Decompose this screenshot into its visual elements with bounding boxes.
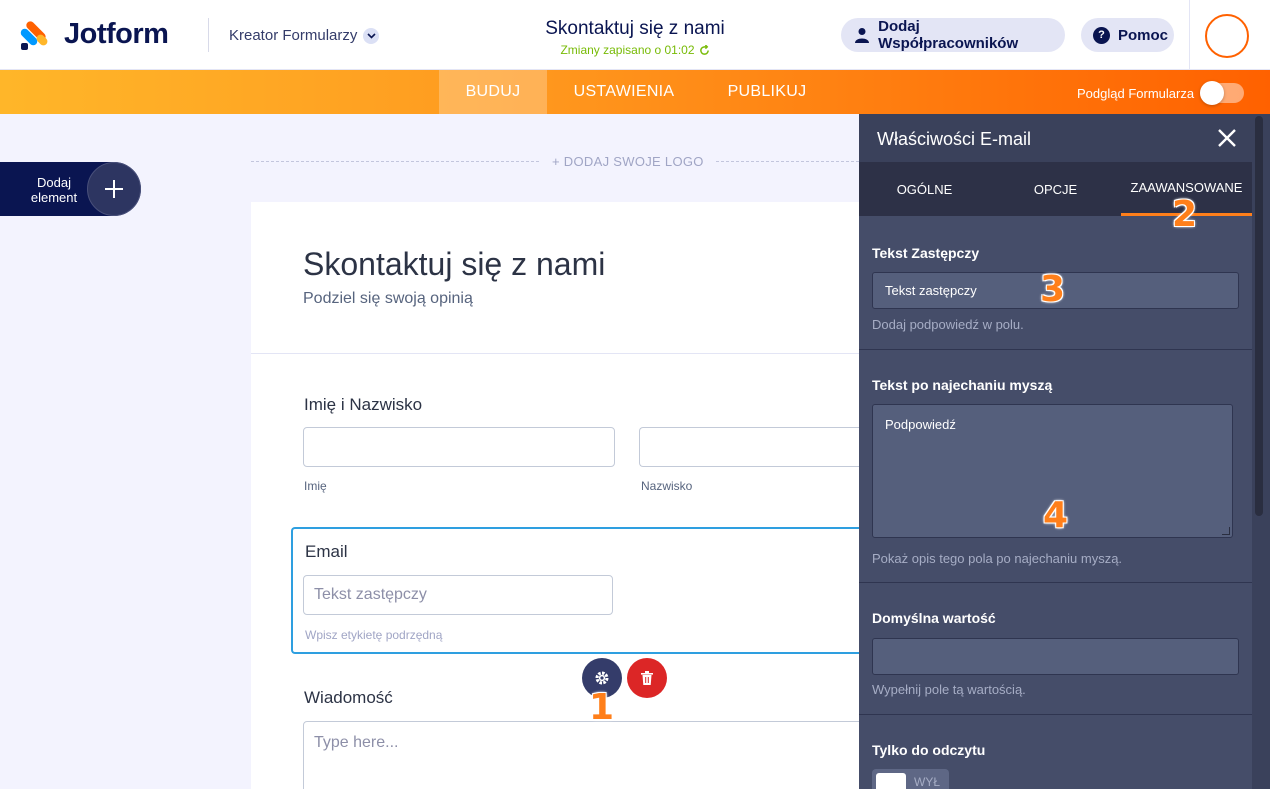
readonly-label: Tylko do odczytu	[872, 742, 986, 758]
hover-text-hint: Pokaż opis tego pola po najechaniu myszą…	[872, 551, 1123, 566]
form-heading[interactable]: Skontaktuj się z nami	[303, 246, 605, 283]
placeholder-text-hint: Dodaj podpowiedź w polu.	[872, 317, 1024, 332]
add-logo-link[interactable]: + DODAJ SWOJE LOGO	[540, 154, 716, 169]
first-name-sublabel: Imię	[304, 479, 327, 493]
delete-field-button[interactable]	[627, 658, 667, 698]
readonly-toggle-text: WYŁ	[914, 775, 941, 789]
tab-options[interactable]: OPCJE	[990, 162, 1121, 216]
jotform-logo[interactable]: Jotform	[19, 18, 169, 51]
refresh-icon	[699, 44, 709, 55]
help-icon: ?	[1093, 26, 1110, 44]
hover-text-label: Tekst po najechaniu myszą	[872, 377, 1053, 393]
hover-text-value: Podpowiedź	[885, 417, 956, 432]
tab-publish[interactable]: PUBLIKUJ	[703, 70, 831, 114]
add-collaborators-button[interactable]: Dodaj Współpracowników	[841, 18, 1065, 52]
panel-title: Właściwości E-mail	[877, 129, 1032, 149]
trash-icon	[641, 671, 653, 685]
builder-nav-bar: BUDUJ USTAWIENIA PUBLIKUJ Podgląd Formul…	[0, 70, 1270, 114]
save-status: Zmiany zapisano o 01:02	[485, 43, 785, 57]
last-name-input[interactable]	[639, 427, 879, 467]
header-divider	[208, 18, 209, 52]
chevron-down-icon	[363, 27, 380, 44]
annotation-marker-4: 4	[1043, 495, 1069, 536]
close-icon[interactable]	[1215, 126, 1239, 150]
properties-panel: Właściwości E-mail OGÓLNE OPCJE ZAAWANSO…	[859, 114, 1270, 789]
message-field-label[interactable]: Wiadomość	[304, 688, 393, 708]
plus-icon	[87, 162, 141, 216]
default-value-hint: Wypełnij pole tą wartością.	[872, 682, 1026, 697]
last-name-sublabel: Nazwisko	[641, 479, 693, 493]
toggle-knob	[876, 773, 906, 789]
preview-toggle[interactable]	[1200, 81, 1245, 105]
section-divider	[859, 714, 1252, 715]
first-name-input[interactable]	[303, 427, 615, 467]
tab-general[interactable]: OGÓLNE	[859, 162, 990, 216]
help-label: Pomoc	[1118, 26, 1169, 44]
form-preview-toggle-area: Podgląd Formularza	[1077, 81, 1245, 105]
preview-label: Podgląd Formularza	[1077, 85, 1195, 101]
email-field-selected[interactable]: Email Tekst zastępczy Wpisz etykietę pod…	[291, 527, 871, 654]
section-divider	[859, 582, 1252, 583]
message-textarea[interactable]: Type here...	[303, 721, 863, 789]
annotation-marker-1: 1	[589, 687, 615, 728]
annotation-marker-2: 2	[1172, 194, 1198, 235]
form-card: Skontaktuj się z nami Podziel się swoją …	[251, 202, 879, 789]
builder-label: Kreator Formularzy	[229, 27, 358, 44]
tab-settings[interactable]: USTAWIENIA	[557, 70, 691, 114]
panel-header: Właściwości E-mail	[859, 114, 1252, 162]
tab-build[interactable]: BUDUJ	[439, 70, 547, 114]
jotform-logo-icon	[19, 19, 50, 51]
email-sublabel[interactable]: Wpisz etykietę podrzędną	[305, 628, 442, 642]
user-icon	[853, 26, 870, 44]
brand-name: Jotform	[64, 18, 169, 50]
add-element-label: Dodaj element	[30, 175, 78, 205]
placeholder-text-label: Tekst Zastępczy	[872, 245, 980, 261]
add-collaborators-label: Dodaj Współpracowników	[878, 18, 1019, 52]
user-avatar[interactable]	[1205, 14, 1249, 58]
panel-scrollbar-thumb[interactable]	[1255, 116, 1263, 516]
form-heading-divider	[251, 353, 871, 354]
form-subheading[interactable]: Podziel się swoją opinią	[303, 290, 473, 308]
email-field-label[interactable]: Email	[305, 542, 348, 562]
gear-icon	[595, 671, 609, 685]
name-field-label[interactable]: Imię i Nazwisko	[304, 395, 422, 415]
form-title-area: Skontaktuj się z nami Zmiany zapisano o …	[485, 18, 785, 57]
default-value-input[interactable]	[872, 638, 1239, 675]
add-element-button[interactable]: Dodaj element	[0, 162, 141, 216]
resize-handle-icon[interactable]	[1222, 527, 1230, 535]
email-input[interactable]: Tekst zastępczy	[303, 575, 613, 615]
form-builder-dropdown[interactable]: Kreator Formularzy	[229, 27, 380, 44]
annotation-marker-3: 3	[1040, 269, 1066, 310]
default-value-label: Domyślna wartość	[872, 610, 996, 626]
section-divider	[859, 349, 1252, 350]
header-form-title[interactable]: Skontaktuj się z nami	[485, 18, 785, 40]
top-header: Jotform Kreator Formularzy Skontaktuj si…	[0, 0, 1270, 70]
header-divider-right	[1189, 0, 1190, 70]
help-button[interactable]: ? Pomoc	[1081, 18, 1174, 52]
save-status-text: Zmiany zapisano o 01:02	[560, 43, 695, 57]
readonly-toggle[interactable]: WYŁ	[872, 769, 949, 789]
